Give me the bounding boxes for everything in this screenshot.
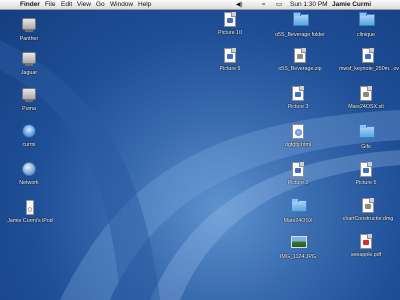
desktop-item-clinique[interactable]: clinique [342, 12, 390, 38]
document-icon [292, 162, 304, 177]
folder-icon [359, 124, 375, 138]
desktop-item-picture-5[interactable]: Picture 5 [342, 162, 390, 186]
desktop-item-network[interactable]: Network [5, 162, 53, 186]
document-icon [362, 48, 374, 63]
menu-file[interactable]: File [45, 0, 55, 10]
menu-view[interactable]: View [77, 0, 91, 10]
user-home-icon [22, 124, 36, 138]
desktop-item-picture-3[interactable]: Picture 3 [274, 86, 322, 110]
hard-drive-icon [22, 18, 36, 30]
photo-icon [291, 236, 307, 248]
desktop-item-dgfgfg-html[interactable]: dgfgfg.html [274, 124, 322, 148]
desktop-item-seeapple-pdf[interactable]: seeapple.pdf [342, 234, 390, 258]
desktop-item-picture-2[interactable]: Picture 2 [274, 162, 322, 186]
document-icon [224, 12, 236, 27]
network-globe-icon [22, 162, 36, 176]
hard-drive-icon [22, 52, 36, 64]
menu-go[interactable]: Go [96, 0, 105, 10]
desktop-item-jaguar[interactable]: Jaguar [5, 50, 53, 76]
desktop-item-beverage-folder[interactable]: o5S_Beverage folder [274, 12, 326, 38]
zip-document-icon [294, 48, 306, 63]
wifi-icon[interactable]: ≈ [262, 0, 265, 10]
desktop-item-mwsf-keynote[interactable]: mwsf_keynote_250m...ov [339, 48, 399, 72]
desktop-item-mars24osx-sit[interactable]: Mars24OSX.sit [342, 86, 390, 110]
menubar-user[interactable]: Jamie Curmi [332, 0, 371, 10]
desktop-item-picture-9[interactable]: Picture 9 [206, 48, 254, 72]
desktop-wallpaper-swoosh [0, 40, 400, 300]
menu-finder[interactable]: Finder [20, 0, 40, 10]
pdf-document-icon [360, 234, 372, 249]
desktop-item-chartconstructor[interactable]: chartConstructor.dmg [340, 198, 396, 222]
ipod-icon [26, 200, 34, 215]
desktop-item-gifs[interactable]: Gifs [342, 124, 390, 150]
menu-edit[interactable]: Edit [61, 0, 72, 10]
folder-icon [359, 12, 375, 26]
desktop-item-ipod[interactable]: Jamie Curmi's iPod [5, 200, 55, 224]
menu-window[interactable]: Window [110, 0, 133, 10]
desktop-item-picture-10[interactable]: Picture 10 [206, 12, 254, 36]
menubar-clock[interactable]: Sun 1:30 PM [290, 0, 328, 10]
desktop-item-puma[interactable]: Puma [5, 86, 53, 112]
desktop-item-mars24osx[interactable]: Mars24OSX [274, 198, 322, 224]
menu-help[interactable]: Help [138, 0, 151, 10]
folder-icon [293, 12, 309, 26]
menu-bar: Finder File Edit View Go Window Help ◀) … [0, 0, 400, 10]
document-icon [360, 162, 372, 177]
desktop-item-img-1124[interactable]: IMG_1124.JPG [274, 234, 322, 260]
hard-drive-icon [22, 88, 36, 100]
zip-document-icon [360, 86, 372, 101]
document-icon [292, 86, 304, 101]
desktop-item-panther[interactable]: Panther [5, 16, 53, 42]
desktop-item-curmi[interactable]: curmi [5, 124, 53, 148]
battery-icon[interactable]: ▭ [276, 0, 282, 10]
html-document-icon [292, 124, 304, 139]
document-icon [362, 198, 374, 213]
desktop-item-beverage-zip[interactable]: o5S_Beverage.zip [274, 48, 326, 72]
folder-icon [291, 198, 307, 212]
volume-icon[interactable]: ◀) [236, 0, 243, 10]
document-icon [224, 48, 236, 63]
